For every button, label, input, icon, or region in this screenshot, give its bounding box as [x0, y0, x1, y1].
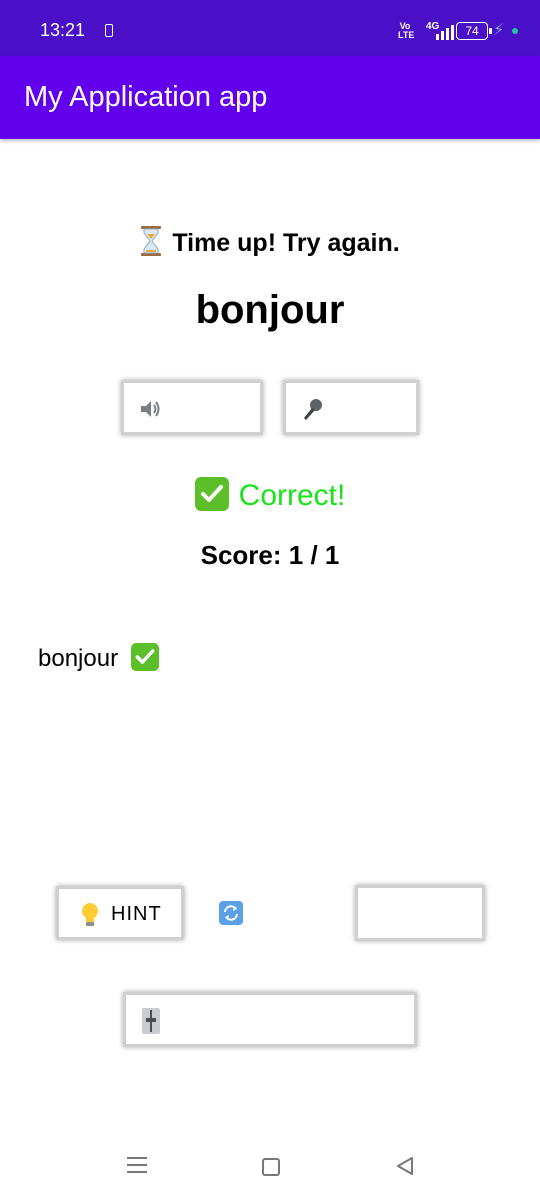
timer-message-row: Time up! Try again. — [0, 226, 540, 258]
charging-icon: ⚡ — [493, 22, 505, 39]
timer-message: Time up! Try again. — [172, 229, 400, 257]
back-icon[interactable] — [395, 1156, 415, 1176]
light-bulb-icon — [82, 903, 98, 926]
hourglass-icon — [141, 226, 162, 256]
result-row: Correct! — [0, 477, 540, 513]
check-mark-icon — [130, 643, 159, 671]
volte-indicator: Vo LTE — [398, 21, 415, 40]
hint-button[interactable]: HINT — [56, 886, 184, 940]
app-bar: My Application app — [0, 56, 540, 139]
recents-icon[interactable] — [127, 1157, 147, 1175]
level-slider-icon — [142, 1008, 160, 1034]
hint-label: HINT — [111, 903, 162, 925]
history-list-item: bonjour — [38, 643, 159, 673]
microphone-icon — [304, 399, 322, 420]
check-mark-icon — [194, 477, 229, 511]
status-bar: 13:21 Vo LTE 4G 74 ⚡ — [0, 0, 540, 56]
notification-dot — [512, 28, 518, 34]
battery-saver-icon — [105, 24, 113, 37]
home-icon[interactable] — [262, 1158, 280, 1176]
score-text: Score: 1 / 1 — [200, 540, 340, 570]
speak-button[interactable] — [121, 380, 263, 435]
microphone-button[interactable] — [283, 380, 419, 435]
refresh-icon[interactable] — [219, 901, 243, 925]
history-word: bonjour — [38, 645, 119, 672]
blank-button[interactable] — [355, 885, 485, 941]
level-button[interactable] — [123, 992, 417, 1047]
signal-icon — [434, 24, 454, 40]
status-time: 13:21 — [40, 20, 86, 40]
quiz-word: bonjour — [195, 288, 345, 332]
speaker-icon — [141, 401, 160, 417]
battery-icon: 74 — [456, 22, 492, 40]
app-title: My Application app — [24, 81, 268, 113]
system-nav-bar — [0, 1140, 540, 1200]
result-text: Correct! — [238, 479, 346, 512]
